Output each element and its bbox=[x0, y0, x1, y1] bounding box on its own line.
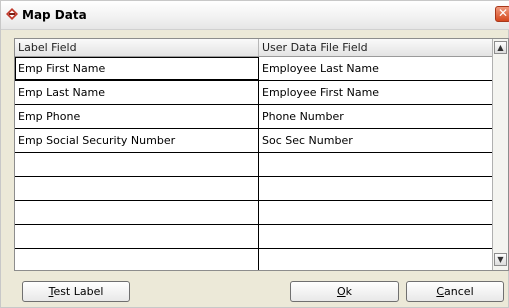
label-field-cell[interactable] bbox=[15, 153, 259, 176]
table-row[interactable] bbox=[15, 177, 492, 201]
scroll-up-button[interactable]: ▲ bbox=[494, 41, 507, 54]
user-data-field-cell[interactable]: Employee First Name bbox=[259, 81, 492, 104]
ok-mnemonic: O bbox=[336, 285, 346, 298]
label-field-cell[interactable]: Emp First Name bbox=[15, 57, 259, 80]
label-field-cell[interactable] bbox=[15, 225, 259, 248]
table-row[interactable] bbox=[15, 249, 492, 270]
dialog-title: Map Data bbox=[22, 8, 87, 22]
scroll-down-button[interactable]: ▼ bbox=[494, 253, 507, 266]
test-label-button[interactable]: Test Label bbox=[22, 281, 130, 302]
table-row[interactable] bbox=[15, 201, 492, 225]
table-row[interactable] bbox=[15, 225, 492, 249]
label-field-cell[interactable] bbox=[15, 249, 259, 270]
ok-text: k bbox=[345, 285, 353, 298]
scroll-up-arrow-icon: ▲ bbox=[497, 43, 504, 52]
label-field-cell[interactable] bbox=[15, 177, 259, 200]
map-data-dialog: Map Data ✕ Label Field User Data File Fi… bbox=[0, 0, 509, 308]
mapping-grid: Label Field User Data File Field Emp Fir… bbox=[14, 38, 509, 271]
table-row[interactable] bbox=[15, 153, 492, 177]
user-data-field-cell[interactable] bbox=[259, 201, 492, 224]
label-field-cell[interactable] bbox=[15, 201, 259, 224]
ok-button[interactable]: Ok bbox=[290, 281, 399, 302]
user-data-field-cell[interactable] bbox=[259, 225, 492, 248]
cancel-mnemonic: C bbox=[436, 285, 445, 298]
map-data-app-icon bbox=[6, 8, 18, 20]
user-data-field-cell[interactable]: Soc Sec Number bbox=[259, 129, 492, 152]
column-header-user-data-file-field[interactable]: User Data File Field bbox=[259, 39, 492, 56]
label-field-cell[interactable]: Emp Social Security Number bbox=[15, 129, 259, 152]
grid-header: Label Field User Data File Field bbox=[15, 39, 492, 57]
scroll-down-arrow-icon: ▼ bbox=[497, 255, 504, 264]
test-label-text: est Label bbox=[53, 285, 104, 298]
user-data-field-cell[interactable] bbox=[259, 177, 492, 200]
user-data-field-cell[interactable]: Employee Last Name bbox=[259, 57, 492, 80]
label-field-cell[interactable]: Emp Phone bbox=[15, 105, 259, 128]
column-header-label-field[interactable]: Label Field bbox=[15, 39, 259, 56]
user-data-field-cell[interactable] bbox=[259, 249, 492, 270]
cancel-button[interactable]: Cancel bbox=[406, 281, 504, 302]
user-data-field-cell[interactable] bbox=[259, 153, 492, 176]
cancel-text: ancel bbox=[444, 285, 474, 298]
title-bar[interactable]: Map Data ✕ bbox=[1, 1, 509, 30]
table-row[interactable]: Emp Last Name Employee First Name bbox=[15, 81, 492, 105]
vertical-scrollbar[interactable]: ▲ ▼ bbox=[492, 39, 508, 270]
label-field-cell[interactable]: Emp Last Name bbox=[15, 81, 259, 104]
table-row[interactable]: Emp Phone Phone Number bbox=[15, 105, 492, 129]
grid-rows: Emp First Name Employee Last Name Emp La… bbox=[15, 57, 492, 270]
table-row[interactable]: Emp Social Security Number Soc Sec Numbe… bbox=[15, 129, 492, 153]
close-button[interactable]: ✕ bbox=[495, 6, 509, 22]
user-data-field-cell[interactable]: Phone Number bbox=[259, 105, 492, 128]
close-icon: ✕ bbox=[497, 6, 509, 20]
table-row[interactable]: Emp First Name Employee Last Name bbox=[15, 57, 492, 81]
